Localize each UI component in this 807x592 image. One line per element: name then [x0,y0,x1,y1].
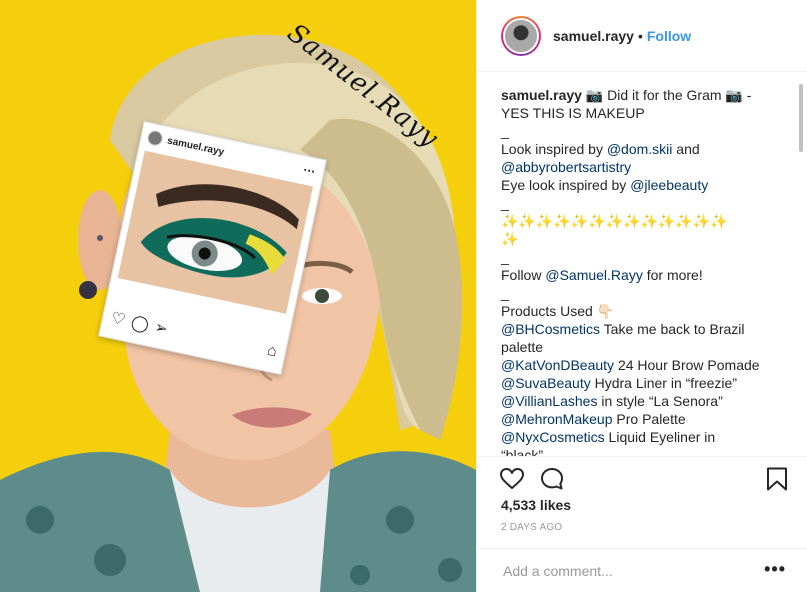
separator-dot: • [637,27,643,44]
post-photo[interactable]: Samuel.Rayy samuel.rayy ⋯ ♡ ◯ ➢ ⌂ [0,0,476,592]
mention-link[interactable]: @abbyrobertsartistry [501,159,631,175]
mini-more-icon: ⋯ [301,162,317,179]
heart-icon[interactable] [499,466,525,492]
product-text: Take me back to Brazil [600,321,745,337]
mini-comment-icon: ◯ [129,313,151,335]
mention-link[interactable]: @NyxCosmetics [501,429,605,445]
abby-line: @abbyrobertsartistry [501,158,788,176]
instagram-post: Samuel.Rayy samuel.rayy ⋯ ♡ ◯ ➢ ⌂ samuel… [0,0,807,592]
follow-button[interactable]: Follow [647,28,691,44]
action-bar [477,456,807,494]
caption-text-2: YES THIS IS MAKEUP [501,105,645,121]
look-prefix: Look inspired by [501,141,607,157]
caption-underscore: _ [501,285,509,301]
product-text: 24 Hour Brow Pomade [614,357,760,373]
header-username[interactable]: samuel.rayy [553,28,634,44]
follow-prefix: Follow [501,267,546,283]
mini-heart-icon: ♡ [109,309,128,330]
mention-link[interactable]: @VillianLashes [501,393,597,409]
mention-link[interactable]: @SuvaBeauty [501,375,591,391]
caption-underscore: _ [501,249,509,265]
caption-text-1: 📷 Did it for the Gram 📷 - [581,87,752,103]
mini-bookmark-icon: ⌂ [265,341,279,361]
product-text: “black” [501,447,544,456]
product-text: Pro Palette [612,411,686,427]
mini-avatar [146,128,165,147]
bookmark-icon[interactable] [764,466,790,492]
product-line: @BHCosmetics Take me back to Brazil [501,320,788,338]
comment-input[interactable] [501,561,755,580]
product-line: @KatVonDBeauty 24 Hour Brow Pomade [501,356,788,374]
product-line: “black” [501,446,788,456]
caption-scrollbar[interactable] [799,84,803,152]
caption-line-1: samuel.rayy 📷 Did it for the Gram 📷 - [501,86,788,104]
likes-count[interactable]: 4,533 likes [501,497,571,513]
mention-link[interactable]: @MehronMakeup [501,411,613,427]
look-inspired-line: Look inspired by @dom.skii and [501,140,788,158]
product-text: Liquid Eyeliner in [604,429,716,445]
sparkles-line-1: ✨✨✨✨✨✨✨✨✨✨✨✨✨ [501,213,728,229]
products-label: Products Used 👇🏻 [501,303,615,319]
follow-suffix: for more! [642,267,703,283]
caption-underscore: _ [501,195,509,211]
post-timestamp[interactable]: 2 DAYS AGO [501,522,562,533]
product-text: in style “La Senora” [597,393,723,409]
story-ring[interactable] [501,15,541,56]
and-text: and [672,141,700,157]
mini-post-username: samuel.rayy [166,134,226,158]
eye-inspired-line: Eye look inspired by @jleebeauty [501,176,788,194]
product-line: @MehronMakeup Pro Palette [501,410,788,428]
mention-link[interactable]: @BHCosmetics [501,321,600,337]
product-line: @NyxCosmetics Liquid Eyeliner in [501,428,788,446]
post-side-panel: samuel.rayy • Follow samuel.rayy 📷 Did i… [476,0,807,592]
sparkles-line-2: ✨ [501,231,519,247]
more-options-icon[interactable]: ••• [764,559,786,580]
caption-underscore: _ [501,123,509,139]
post-header: samuel.rayy • Follow [477,0,807,72]
comment-icon[interactable] [539,466,565,492]
add-comment-bar: ••• [477,548,807,592]
caption-area[interactable]: samuel.rayy 📷 Did it for the Gram 📷 - YE… [477,72,807,456]
follow-line: Follow @Samuel.Rayy for more! [501,266,788,284]
mention-link[interactable]: @Samuel.Rayy [545,267,642,283]
mention-link[interactable]: @dom.skii [607,141,673,157]
eye-prefix: Eye look inspired by [501,177,631,193]
product-line: @SuvaBeauty Hydra Liner in “freezie” [501,374,788,392]
product-text: palette [501,339,544,355]
product-line: palette [501,338,788,356]
caption-username[interactable]: samuel.rayy [501,87,582,103]
mini-share-icon: ➢ [152,318,170,339]
product-line: @VillianLashes in style “La Senora” [501,392,788,410]
mention-link[interactable]: @KatVonDBeauty [501,357,614,373]
product-text: Hydra Liner in “freezie” [590,375,737,391]
mention-link[interactable]: @jleebeauty [630,177,708,193]
avatar[interactable] [503,17,539,54]
